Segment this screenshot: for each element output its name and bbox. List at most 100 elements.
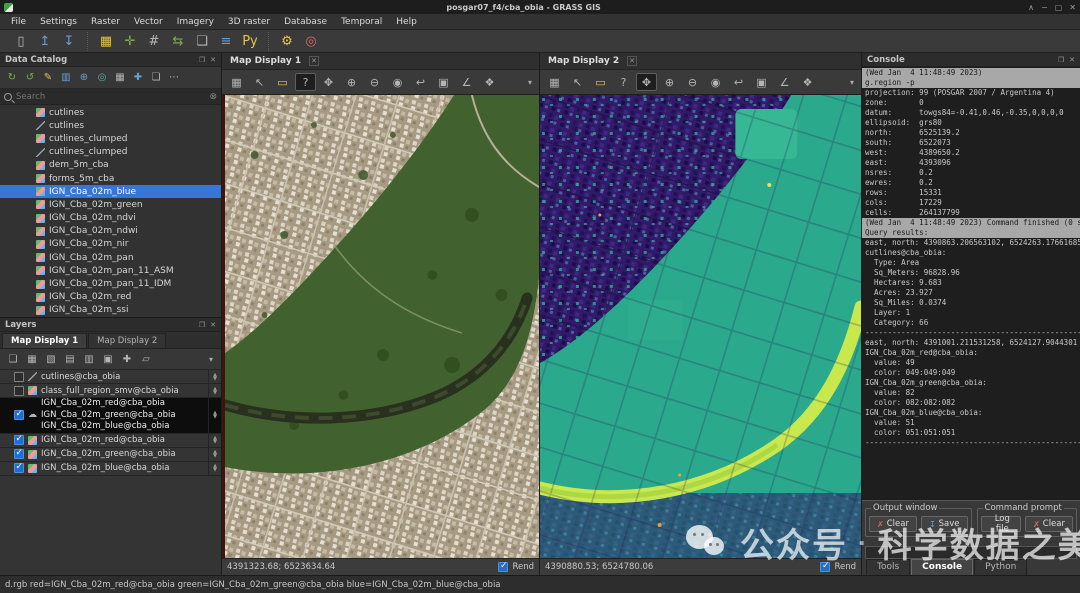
layer-checkbox[interactable] bbox=[14, 386, 24, 396]
add-overlay-icon[interactable]: ✚ bbox=[119, 352, 135, 367]
layer-group-row-rgb[interactable]: ☁ IGN_Cba_02m_red@cba_obia IGN_Cba_02m_g… bbox=[0, 398, 221, 434]
clear-prompt-button[interactable]: ✗Clear bbox=[1025, 516, 1073, 532]
float-panel-icon[interactable]: ❐ bbox=[199, 321, 205, 329]
layers-toolbar-overflow-icon[interactable]: ▾ bbox=[209, 355, 216, 364]
catalog-item[interactable]: cutlines_clumped bbox=[0, 132, 221, 145]
display-tab[interactable]: Map Display 2 bbox=[88, 333, 166, 348]
measure-icon[interactable]: ∠ bbox=[774, 73, 795, 91]
catalog-item[interactable]: cutlines_clumped bbox=[0, 146, 221, 159]
map-composer-icon[interactable]: ❏ bbox=[192, 32, 212, 51]
unpack-icon[interactable]: ❏ bbox=[148, 70, 164, 85]
minimize-icon[interactable]: − bbox=[1041, 3, 1048, 12]
vector-network-icon[interactable]: ⇆ bbox=[168, 32, 188, 51]
add-group-icon[interactable]: ▣ bbox=[100, 352, 116, 367]
catalog-item[interactable]: IGN_Cba_02m_ssi bbox=[0, 304, 221, 317]
menu-item[interactable]: Help bbox=[389, 15, 424, 29]
layer-checkbox[interactable] bbox=[14, 372, 24, 382]
layer-opacity-control[interactable] bbox=[208, 384, 221, 397]
add-multiple-layers-icon[interactable]: ❏ bbox=[5, 352, 21, 367]
select-icon[interactable]: ▭ bbox=[590, 73, 611, 91]
console-tab[interactable]: Console bbox=[911, 559, 973, 575]
map2-canvas[interactable] bbox=[540, 95, 861, 558]
import-vector-icon[interactable]: ✚ bbox=[130, 70, 146, 85]
render-map-icon[interactable]: ▦ bbox=[226, 73, 247, 91]
add-raster-icon[interactable]: ▦ bbox=[24, 352, 40, 367]
zoom-extent-icon[interactable]: ▣ bbox=[751, 73, 772, 91]
catalog-item[interactable]: forms_5m_cba bbox=[0, 172, 221, 185]
measure-icon[interactable]: ∠ bbox=[456, 73, 477, 91]
add-vector-misc-icon[interactable]: ▥ bbox=[81, 352, 97, 367]
zoom-out-icon[interactable]: ⊖ bbox=[364, 73, 385, 91]
layer-opacity-control[interactable] bbox=[208, 398, 221, 433]
close-display-icon[interactable]: ✕ bbox=[627, 56, 637, 66]
python-icon[interactable]: Py bbox=[240, 32, 260, 51]
close-icon[interactable]: ✕ bbox=[1069, 3, 1076, 12]
graphical-modeler-icon[interactable]: # bbox=[144, 32, 164, 51]
map1-canvas[interactable] bbox=[222, 95, 539, 558]
reload-mapset-icon[interactable]: ↺ bbox=[22, 70, 38, 85]
clear-output-button[interactable]: ✗Clear bbox=[869, 516, 917, 532]
catalog-item[interactable]: IGN_Cba_02m_red bbox=[0, 291, 221, 304]
catalog-item[interactable]: IGN_Cba_02m_nir bbox=[0, 238, 221, 251]
maximize-icon[interactable]: ▢ bbox=[1055, 3, 1063, 12]
zoom-in-icon[interactable]: ⊕ bbox=[341, 73, 362, 91]
script-icon[interactable]: ≡ bbox=[216, 32, 236, 51]
layer-checkbox[interactable] bbox=[14, 435, 24, 445]
overlay-icon[interactable]: ❖ bbox=[797, 73, 818, 91]
float-panel-icon[interactable]: ❐ bbox=[199, 56, 205, 64]
catalog-item[interactable]: IGN_Cba_02m_pan_11_IDM bbox=[0, 277, 221, 290]
add-web-service-icon[interactable]: ▱ bbox=[138, 352, 154, 367]
menu-item[interactable]: Imagery bbox=[170, 15, 221, 29]
zoom-extent-icon[interactable]: ▣ bbox=[433, 73, 454, 91]
close-panel-icon[interactable]: ✕ bbox=[210, 56, 216, 64]
render-map-icon[interactable]: ▦ bbox=[544, 73, 565, 91]
layer-row[interactable]: IGN_Cba_02m_green@cba_obia bbox=[0, 448, 221, 462]
layer-checkbox[interactable] bbox=[14, 449, 24, 459]
query-icon[interactable]: ? bbox=[613, 73, 634, 91]
pointer-icon[interactable]: ↖ bbox=[567, 73, 588, 91]
zoom-back-icon[interactable]: ↩ bbox=[410, 73, 431, 91]
console-tab[interactable]: Tools bbox=[866, 559, 910, 575]
zoom-back-icon[interactable]: ↩ bbox=[728, 73, 749, 91]
workspace-new-icon[interactable]: ▯ bbox=[11, 32, 31, 51]
console-log[interactable]: (Wed Jan 4 11:48:49 2023)g.region -pproj… bbox=[862, 67, 1080, 500]
catalog-item[interactable]: dem_5m_cba bbox=[0, 159, 221, 172]
add-location-icon[interactable]: ◎ bbox=[94, 70, 110, 85]
save-output-button[interactable]: ↧Save bbox=[921, 516, 968, 532]
clear-search-icon[interactable]: ⊗ bbox=[209, 92, 217, 102]
catalog-item[interactable]: IGN_Cba_02m_ndvi bbox=[0, 212, 221, 225]
layer-row[interactable]: IGN_Cba_02m_blue@cba_obia bbox=[0, 462, 221, 476]
pan-icon[interactable]: ✥ bbox=[318, 73, 339, 91]
menu-item[interactable]: Settings bbox=[33, 15, 84, 29]
select-icon[interactable]: ▭ bbox=[272, 73, 293, 91]
settings-icon[interactable]: ⚙ bbox=[277, 32, 297, 51]
map1-toolbar-overflow-icon[interactable]: ▾ bbox=[528, 78, 535, 87]
menu-item[interactable]: Vector bbox=[127, 15, 170, 29]
layer-opacity-control[interactable] bbox=[208, 462, 221, 475]
catalog-item[interactable]: IGN_Cba_02m_pan_11_ASM bbox=[0, 264, 221, 277]
georectifier-icon[interactable]: ✛ bbox=[120, 32, 140, 51]
layer-opacity-control[interactable] bbox=[208, 434, 221, 447]
layer-checkbox[interactable] bbox=[14, 463, 24, 473]
float-panel-icon[interactable]: ❐ bbox=[1058, 56, 1064, 64]
catalog-item[interactable]: IGN_Cba_02m_ndwi bbox=[0, 225, 221, 238]
catalog-item[interactable]: IGN_Cba_02m_pan bbox=[0, 251, 221, 264]
layer-checkbox[interactable] bbox=[14, 410, 24, 420]
zoom-in-icon[interactable]: ⊕ bbox=[659, 73, 680, 91]
close-panel-icon[interactable]: ✕ bbox=[210, 321, 216, 329]
raster-tools-icon[interactable]: ▦ bbox=[96, 32, 116, 51]
map2-toolbar-overflow-icon[interactable]: ▾ bbox=[850, 78, 857, 87]
layer-opacity-control[interactable] bbox=[208, 370, 221, 383]
menu-item[interactable]: Raster bbox=[84, 15, 127, 29]
render-checkbox[interactable] bbox=[820, 562, 830, 572]
query-icon[interactable]: ? bbox=[295, 73, 316, 91]
catalog-item[interactable]: cutlines bbox=[0, 106, 221, 119]
zoom-selected-icon[interactable]: ◉ bbox=[387, 73, 408, 91]
zoom-out-icon[interactable]: ⊖ bbox=[682, 73, 703, 91]
add-vector-icon[interactable]: ▤ bbox=[62, 352, 78, 367]
log-file-button[interactable]: Log file bbox=[981, 516, 1022, 532]
catalog-item[interactable]: cutlines bbox=[0, 119, 221, 132]
console-tab[interactable]: Python bbox=[974, 559, 1027, 575]
workspace-save-icon[interactable]: ↧ bbox=[59, 32, 79, 51]
menu-item[interactable]: 3D raster bbox=[221, 15, 277, 29]
